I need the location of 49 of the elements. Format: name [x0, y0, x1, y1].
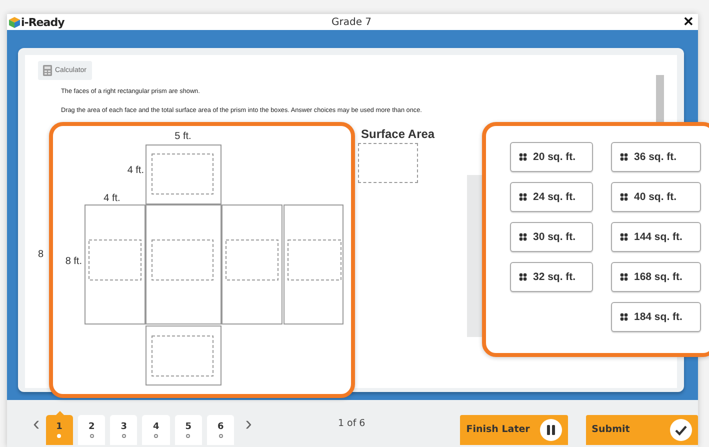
page-position: 1 of 6 [338, 418, 366, 429]
scrollbar-thumb[interactable] [656, 75, 664, 125]
drag-handle-icon [620, 233, 628, 241]
drop-zone [152, 240, 214, 280]
drop-zone [226, 240, 278, 280]
drop-zone [288, 240, 342, 280]
answer-chip[interactable]: 144 sq. ft. [611, 222, 701, 252]
page-tab[interactable]: 3 [110, 414, 138, 444]
drag-handle-icon [519, 153, 527, 161]
pause-icon [540, 418, 562, 440]
drop-zone[interactable] [358, 143, 418, 183]
drop-zone [152, 336, 214, 376]
dimension-label: 4 ft. [104, 193, 120, 204]
drag-handle-icon [519, 273, 527, 281]
logo-text: i-Ready [21, 16, 64, 28]
dimension-label: 8 [38, 249, 44, 260]
calculator-icon [43, 65, 52, 76]
page-tab[interactable]: 5 [174, 414, 202, 444]
check-icon [670, 418, 692, 440]
drag-handle-icon [519, 233, 527, 241]
answer-chip[interactable]: 32 sq. ft. [510, 262, 593, 292]
answer-chip[interactable]: 30 sq. ft. [510, 222, 593, 252]
drag-handle-icon [620, 153, 628, 161]
finish-later-button[interactable]: Finish Later [460, 414, 568, 444]
cube-icon [9, 16, 20, 28]
window-title: Grade 7 [331, 16, 372, 28]
page-tab[interactable]: 4 [142, 414, 170, 444]
page-tab[interactable]: 2 [78, 414, 106, 444]
submit-button[interactable]: Submit [586, 414, 698, 444]
dimension-label: 8 ft. [65, 256, 82, 267]
next-button[interactable]: › [239, 414, 258, 434]
drop-zone [152, 154, 214, 194]
surface-area-label: Surface Area [361, 127, 435, 141]
drag-handle-icon [620, 313, 628, 321]
answer-chip[interactable]: 36 sq. ft. [611, 142, 701, 172]
dimension-label: 5 ft. [174, 131, 192, 142]
page-tab[interactable]: 6 [207, 414, 234, 444]
close-button[interactable]: ✕ [683, 15, 694, 29]
previous-button[interactable]: ‹ [27, 414, 46, 434]
drag-handle-icon [620, 193, 628, 201]
answer-chip[interactable]: 40 sq. ft. [611, 182, 701, 212]
answer-chip[interactable]: 24 sq. ft. [510, 182, 593, 212]
drag-handle-icon [620, 273, 628, 281]
dimension-label: 4 ft. [127, 165, 144, 176]
answer-chip[interactable]: 184 sq. ft. [611, 302, 701, 332]
drag-handle-icon [519, 193, 527, 201]
answer-chip[interactable]: 168 sq. ft. [611, 262, 701, 292]
drop-zone [88, 240, 142, 280]
answer-chip[interactable]: 20 sq. ft. [510, 142, 593, 172]
